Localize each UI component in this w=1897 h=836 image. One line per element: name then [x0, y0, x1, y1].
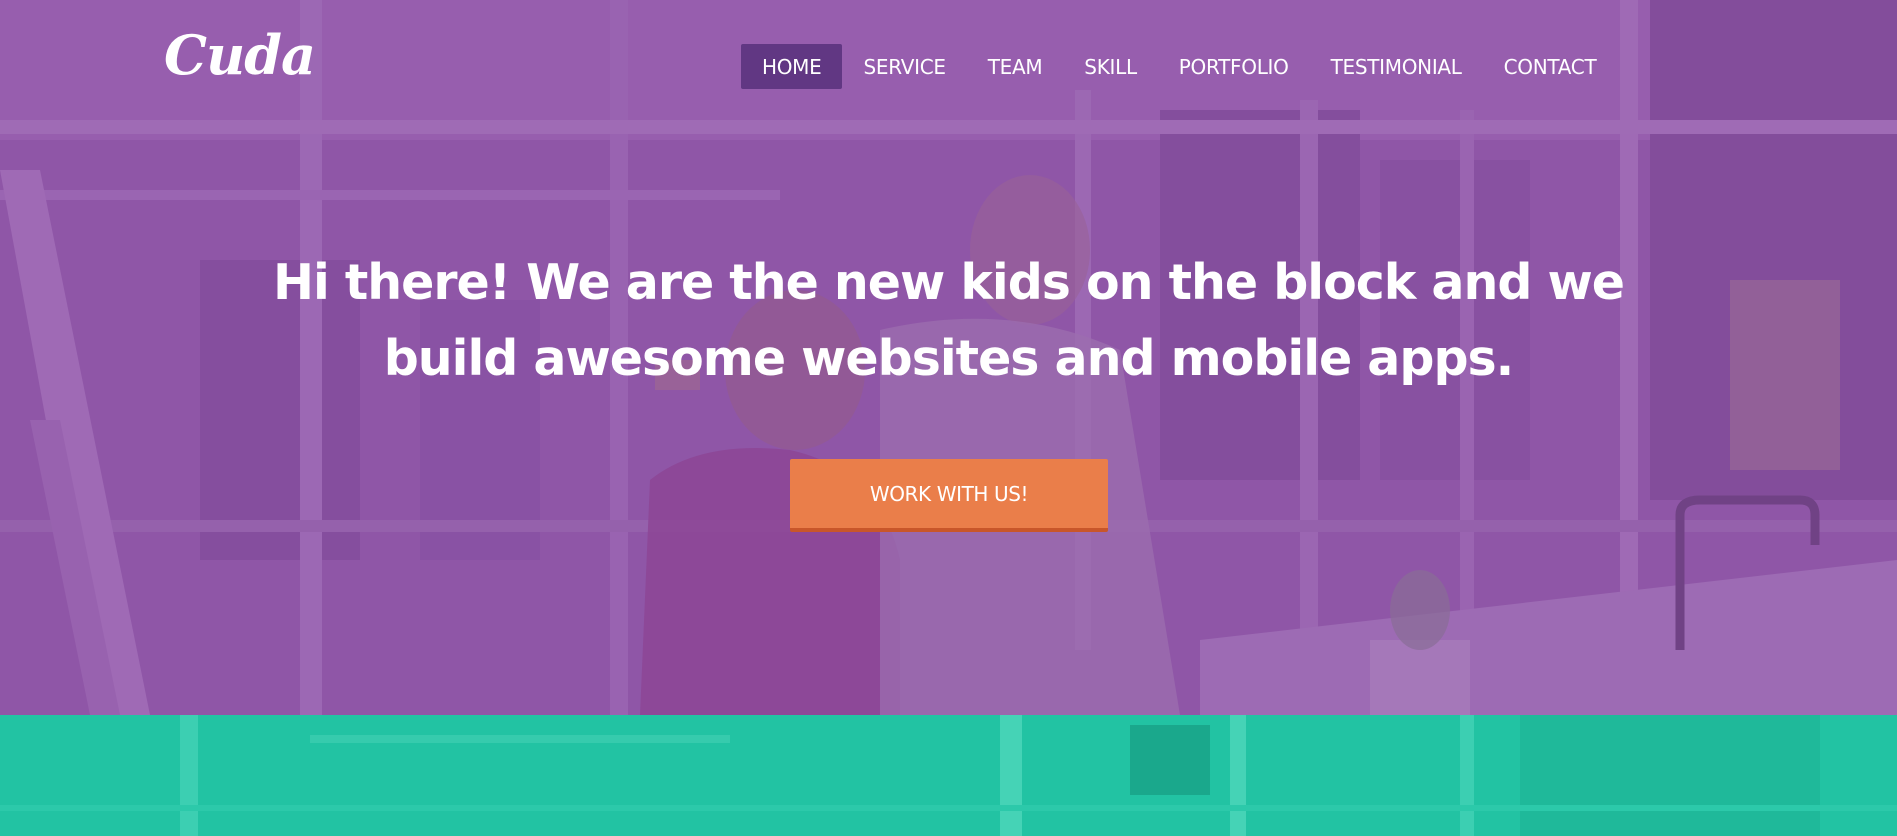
hero-section: Cuda HOME SERVICE TEAM SKILL PORTFOLIO T… [0, 0, 1897, 715]
page: Cuda HOME SERVICE TEAM SKILL PORTFOLIO T… [0, 0, 1897, 836]
next-section-strip [0, 715, 1897, 836]
nav-item-testimonial[interactable]: TESTIMONIAL [1310, 44, 1483, 89]
nav-item-skill[interactable]: SKILL [1063, 44, 1158, 89]
strip-background-photo [0, 715, 1897, 836]
brand-logo[interactable]: Cuda [164, 28, 316, 82]
nav-item-contact[interactable]: CONTACT [1483, 44, 1618, 89]
nav-item-team[interactable]: TEAM [967, 44, 1064, 89]
nav-item-portfolio[interactable]: PORTFOLIO [1158, 44, 1310, 89]
nav-item-service[interactable]: SERVICE [842, 44, 966, 89]
work-with-us-button[interactable]: WORK WITH US! [790, 459, 1108, 532]
main-nav: HOME SERVICE TEAM SKILL PORTFOLIO TESTIM… [741, 44, 1617, 89]
nav-item-home[interactable]: HOME [741, 44, 843, 89]
hero-headline: Hi there! We are the new kids on the blo… [272, 253, 1625, 387]
